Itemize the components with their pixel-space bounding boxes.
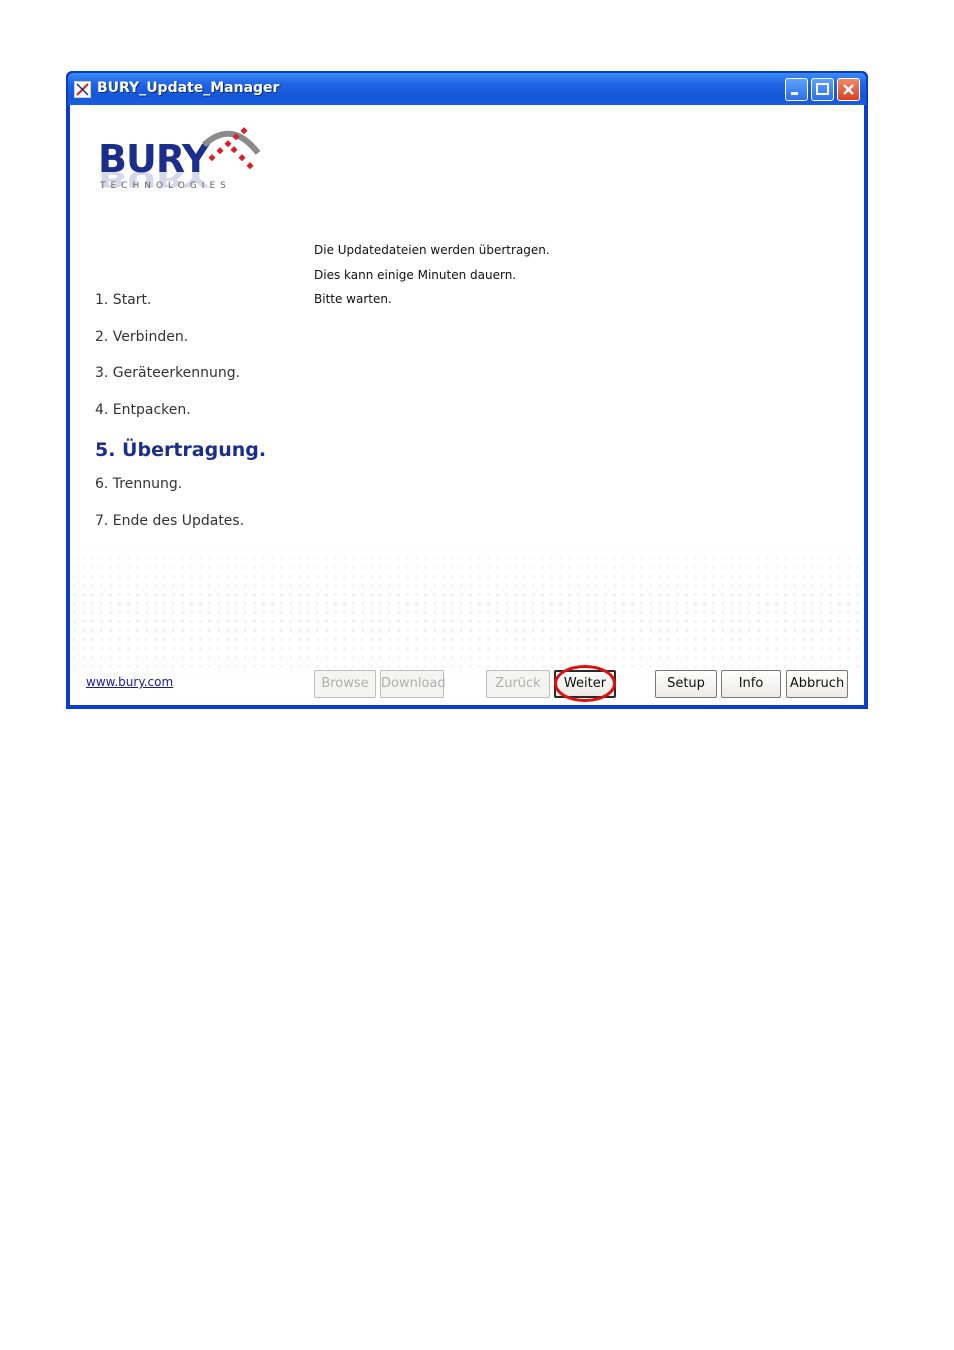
download-button[interactable]: Download xyxy=(380,670,446,698)
step-item: 3. Geräteerkennung. xyxy=(95,365,241,381)
window-title: BURY_Update_Manager xyxy=(97,80,280,96)
step-list: 1. Start. 2. Verbinden. 3. Geräteerkennu… xyxy=(95,290,266,547)
website-link[interactable]: www.bury.com xyxy=(86,675,173,689)
step-item: 4. Entpacken. xyxy=(95,401,191,418)
step-item: 6. Trennung. xyxy=(95,476,183,492)
close-button[interactable] xyxy=(837,78,860,101)
bury-logo: BURY BURY TECHNOLOGIES xyxy=(98,123,268,233)
status-line: Bitte warten. xyxy=(314,292,392,306)
client-area: BURY BURY TECHNOLOGIES 1. Start. 2. Verb… xyxy=(70,105,864,705)
step-item: 2. Verbinden. xyxy=(95,328,189,345)
next-button[interactable]: Weiter xyxy=(554,670,616,698)
setup-button[interactable]: Setup xyxy=(655,670,717,698)
app-icon xyxy=(74,81,91,98)
cancel-button[interactable]: Abbruch xyxy=(786,670,848,698)
status-line: Dies kann einige Minuten dauern. xyxy=(314,267,517,282)
back-button[interactable]: Zurück xyxy=(486,670,550,698)
status-line: Die Updatedateien werden übertragen. xyxy=(314,243,550,257)
title-bar[interactable]: BURY_Update_Manager xyxy=(68,73,866,105)
maximize-button[interactable] xyxy=(811,78,834,101)
logo-mark-icon xyxy=(202,127,261,170)
step-item: 7. Ende des Updates. xyxy=(95,512,245,529)
step-item: 1. Start. xyxy=(95,292,152,308)
info-button[interactable]: Info xyxy=(721,670,781,698)
step-item-active: 5. Übertragung. xyxy=(95,439,267,461)
minimize-button[interactable] xyxy=(785,78,808,101)
browse-button[interactable]: Browse xyxy=(314,670,376,698)
app-window: BURY_Update_Manager BURY BURY TECHNOLOGI… xyxy=(66,71,868,709)
status-message: Die Updatedateien werden übertragen. Die… xyxy=(314,241,550,315)
